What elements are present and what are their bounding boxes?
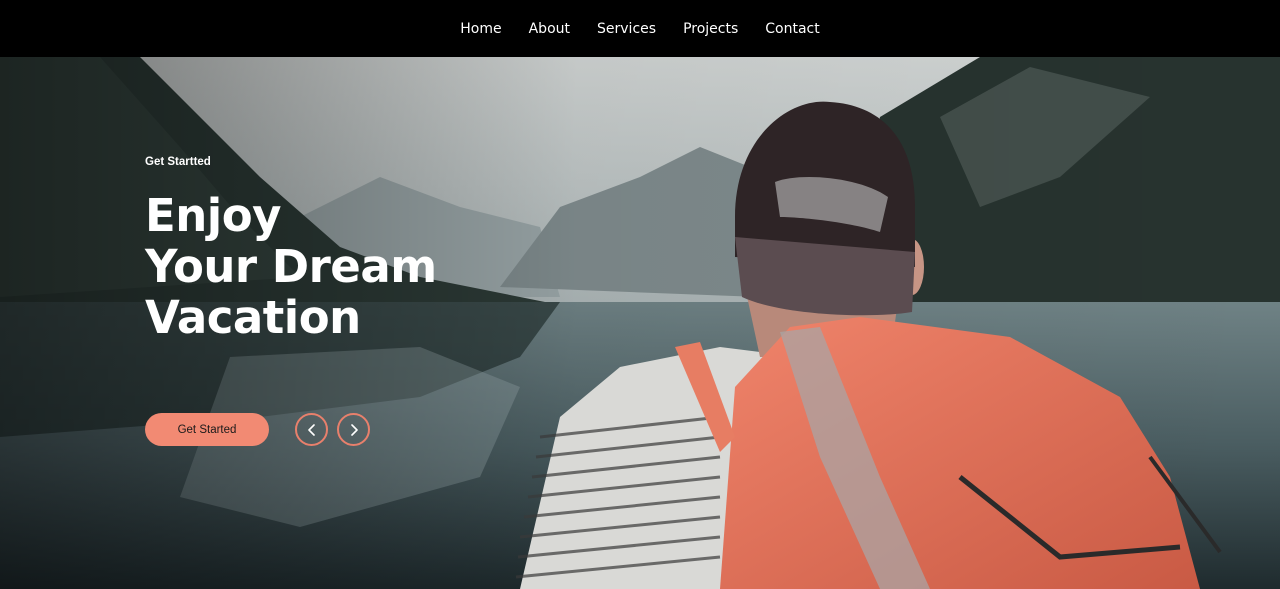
hero-headline: Enjoy Your Dream Vacation xyxy=(145,190,485,343)
top-navigation: Home About Services Projects Contact xyxy=(0,0,1280,57)
get-started-button[interactable]: Get Started xyxy=(145,413,269,446)
hero-eyebrow: Get Startted xyxy=(145,156,211,168)
nav-link-contact[interactable]: Contact xyxy=(765,21,819,37)
nav-link-projects[interactable]: Projects xyxy=(683,21,738,37)
chevron-left-icon xyxy=(307,423,315,436)
headline-line-2: Your Dream xyxy=(145,240,437,293)
chevron-right-icon xyxy=(350,423,358,436)
nav-link-about[interactable]: About xyxy=(529,21,570,37)
hero-section: Get Startted Enjoy Your Dream Vacation G… xyxy=(0,57,1280,589)
headline-line-3: Vacation xyxy=(145,291,361,344)
headline-line-1: Enjoy xyxy=(145,189,281,242)
slider-next-button[interactable] xyxy=(337,413,370,446)
nav-link-home[interactable]: Home xyxy=(460,21,501,37)
nav-link-services[interactable]: Services xyxy=(597,21,656,37)
slider-prev-button[interactable] xyxy=(295,413,328,446)
